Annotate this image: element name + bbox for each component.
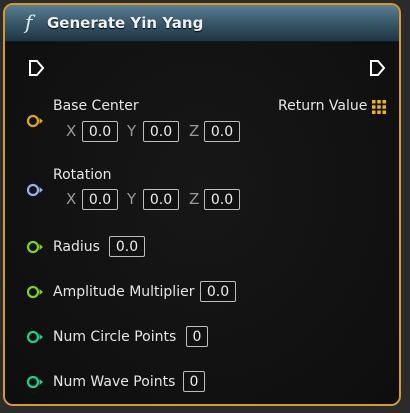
radius-field[interactable]: 0.0 [109,236,145,257]
num-wave-points-label: Num Wave Points [53,374,176,390]
node-title: Generate Yin Yang [47,14,204,32]
amplitude-multiplier-field[interactable]: 0.0 [200,281,236,302]
float-pin-icon[interactable] [26,285,44,299]
num-wave-points-field[interactable]: 0 [183,371,205,392]
radius-label: Radius [53,239,100,255]
blueprint-node[interactable]: f Generate Yin Yang Return Value Base Ce… [3,3,401,406]
rotation-z-field[interactable]: 0.0 [204,189,240,210]
rotation-x-field[interactable]: 0.0 [82,189,118,210]
array-grid-icon[interactable] [371,99,387,115]
int-pin-icon[interactable] [26,375,44,389]
base-center-x-field[interactable]: 0.0 [82,121,118,142]
int-pin-icon[interactable] [26,330,44,344]
node-header[interactable]: f Generate Yin Yang [5,5,399,42]
rotation-y-label: Y [127,190,137,208]
rotation-y-field[interactable]: 0.0 [143,189,179,210]
float-pin-icon[interactable] [26,240,44,254]
vector-pin-icon[interactable] [26,114,44,128]
exec-output-pin-icon[interactable] [368,59,386,77]
base-center-z-field[interactable]: 0.0 [204,121,240,142]
rotation-x-label: X [66,190,77,208]
function-icon: f [25,10,33,34]
return-value-label: Return Value [278,98,368,114]
num-circle-points-field[interactable]: 0 [186,326,208,347]
num-circle-points-label: Num Circle Points [53,329,177,345]
base-center-y-field[interactable]: 0.0 [143,121,179,142]
base-center-y-label: Y [127,122,137,140]
base-center-label: Base Center [53,98,139,114]
base-center-x-label: X [66,122,77,140]
amplitude-multiplier-label: Amplitude Multiplier [53,284,195,300]
exec-input-pin-icon[interactable] [27,59,45,77]
rotation-label: Rotation [53,167,112,183]
rotator-pin-icon[interactable] [26,183,44,197]
node-body: Return Value Base Center X 0.0 Y 0.0 Z 0… [5,42,399,404]
rotation-z-label: Z [189,190,200,208]
base-center-z-label: Z [189,122,200,140]
